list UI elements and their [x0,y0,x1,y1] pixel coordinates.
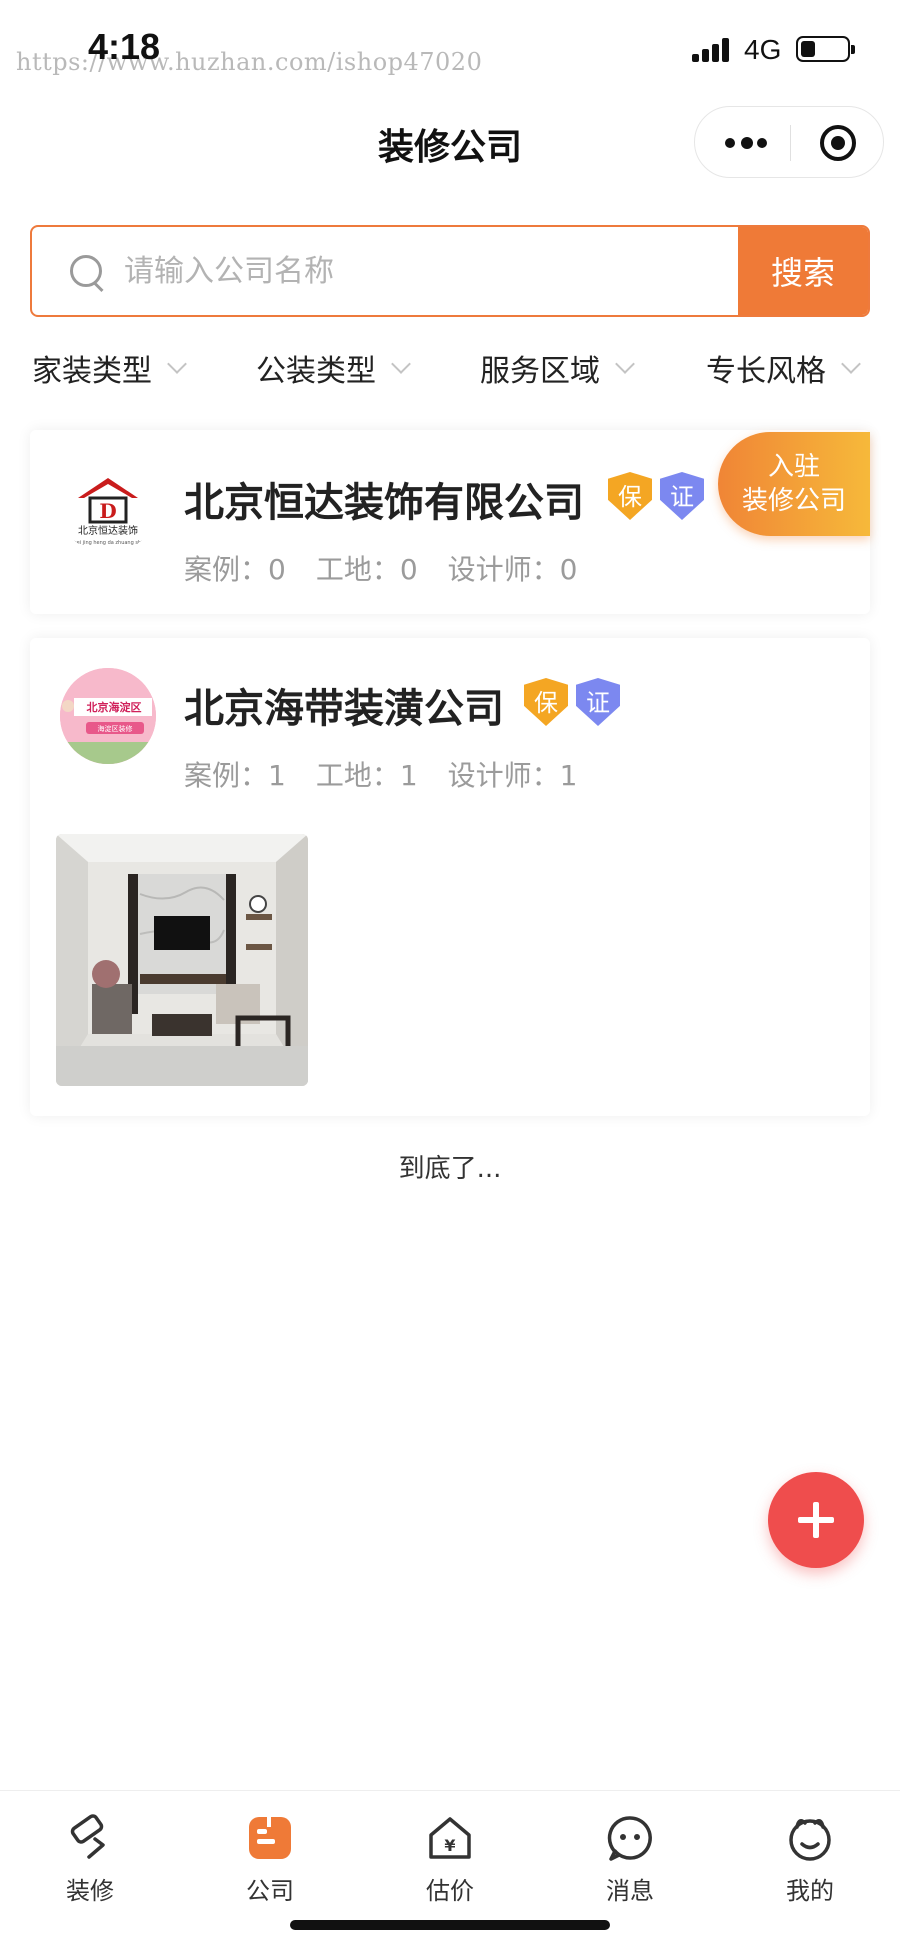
filter-label: 服务区域 [480,354,600,389]
logo-subtext: 海淀区装修 [98,724,133,733]
company-name: 北京恒达装饰有限公司 [184,480,584,526]
tab-estimate[interactable]: ¥ 估价 [390,1813,510,1906]
chevron-down-icon [391,354,411,374]
more-options-icon[interactable] [725,137,769,149]
network-type: 4G [744,34,782,65]
chevron-down-icon [841,354,861,374]
filter-home-type[interactable]: 家装类型 [32,346,187,390]
home-indicator [290,1920,610,1930]
filter-public-type[interactable]: 公装类型 [256,346,411,390]
site-count: 工地：0 [315,553,418,586]
search-input[interactable] [124,227,744,315]
tab-messages[interactable]: 消息 [570,1813,690,1906]
end-of-list-text: 到底了... [398,1154,502,1184]
tab-label: 公司 [246,1877,294,1905]
tab-label: 估价 [426,1877,474,1905]
case-photo[interactable] [56,834,308,1086]
chevron-down-icon [167,354,187,374]
chevron-down-icon [615,354,635,374]
mini-program-capsule [694,106,884,178]
logo-subtext: bei jing heng da zhuang shi [73,540,142,546]
filter-label: 公装类型 [256,354,376,389]
company-logo: D 北京恒达装饰 bei jing heng da zhuang shi [60,458,156,554]
company-card[interactable]: 北京海淀区 海淀区装修 北京海带装潢公司 保 证 案例：1 工地：1 设计师：1 [30,638,870,1116]
logo-text: 北京恒达装饰 [78,524,138,537]
search-bar: 搜索 [30,225,870,317]
company-name: 北京海带装潢公司 [184,686,504,732]
paint-roller-icon [65,1813,115,1863]
company-icon [245,1813,295,1863]
close-target-icon[interactable] [820,125,856,161]
logo-letter: D [99,499,116,523]
profile-face-icon [785,1813,835,1863]
certified-badge: 证 [576,678,620,726]
tab-label: 消息 [606,1877,654,1905]
filter-label: 家装类型 [32,354,152,389]
tab-label: 我的 [786,1877,834,1905]
message-face-icon [605,1813,655,1863]
price-house-icon: ¥ [425,1813,475,1863]
filter-label: 专长风格 [706,354,826,389]
join-button-line1: 入驻 [767,452,820,482]
search-icon [70,255,106,291]
guarantee-badge: 保 [524,678,568,726]
search-button[interactable]: 搜索 [738,227,868,315]
case-count: 案例：0 [184,553,286,586]
tab-label: 装修 [66,1877,114,1905]
company-stats: 案例：0 工地：0 设计师：0 [184,548,607,588]
tab-company[interactable]: 公司 [210,1813,330,1906]
filter-service-area[interactable]: 服务区域 [480,346,635,390]
logo-text: 北京海淀区 [87,700,142,714]
battery-icon [796,36,855,62]
site-count: 工地：1 [315,759,418,792]
signal-icon [692,38,732,62]
case-count: 案例：1 [184,759,286,792]
certified-badge: 证 [660,472,704,520]
guarantee-badge: 保 [608,472,652,520]
designer-count: 设计师：0 [447,553,578,586]
company-stats: 案例：1 工地：1 设计师：1 [184,754,607,794]
designer-count: 设计师：1 [447,759,578,792]
join-button-line2: 装修公司 [741,486,846,516]
status-time: 4:18 [88,26,161,67]
join-company-button[interactable]: 入驻 装修公司 [718,432,870,536]
company-logo: 北京海淀区 海淀区装修 [60,668,156,764]
filter-bar: 家装类型 公装类型 服务区域 专长风格 [0,340,900,392]
capsule-divider [790,125,791,161]
add-button[interactable] [768,1472,864,1568]
tab-decoration[interactable]: 装修 [30,1813,150,1906]
status-bar: 4:18 4G [0,0,900,90]
svg-text:¥: ¥ [444,1836,455,1855]
filter-style[interactable]: 专长风格 [706,346,861,390]
tab-profile[interactable]: 我的 [750,1813,870,1906]
